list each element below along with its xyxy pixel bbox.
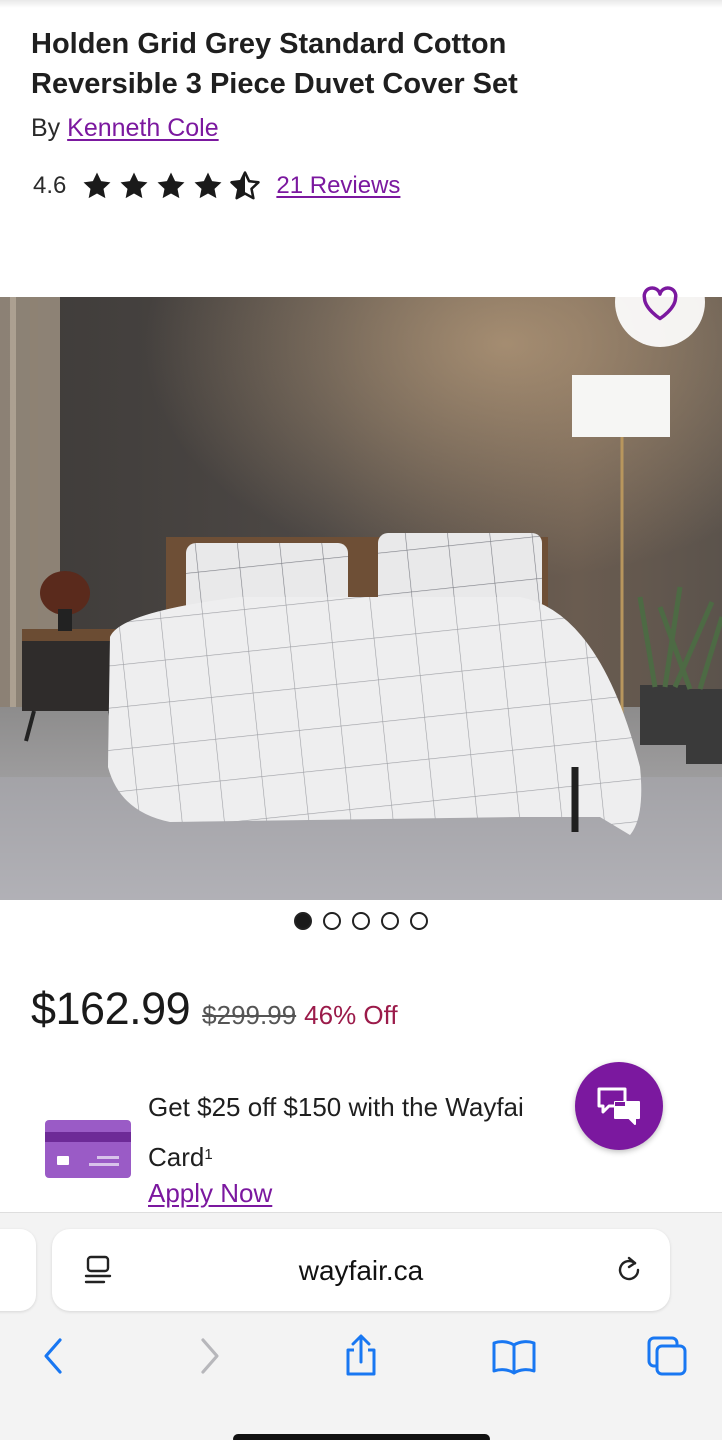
price-row: $162.99 $299.99 46% Off [31, 983, 398, 1035]
reviews-link[interactable]: 21 Reviews [276, 172, 400, 200]
bookmarks-button[interactable] [489, 1331, 539, 1381]
star-icon [83, 172, 111, 199]
promo-footnote: 1 [204, 1146, 213, 1163]
tabs-button[interactable] [642, 1331, 692, 1381]
product-title: Holden Grid Grey Standard Cotton Reversi… [31, 28, 518, 100]
star-icon [194, 172, 222, 199]
carousel-dot[interactable] [381, 912, 399, 930]
star-rating [80, 169, 262, 203]
product-image[interactable] [0, 297, 722, 900]
carousel-dot[interactable] [410, 912, 428, 930]
apply-now-link[interactable]: Apply Now [148, 1178, 272, 1209]
carousel-dot[interactable] [294, 912, 312, 930]
carousel-pagination [0, 912, 722, 930]
share-icon [346, 1334, 376, 1376]
home-indicator [233, 1434, 490, 1440]
favorite-button[interactable] [615, 257, 705, 347]
chat-button[interactable] [575, 1062, 663, 1150]
heart-icon [642, 286, 678, 321]
original-price: $299.99 [202, 1000, 297, 1030]
chevron-left-icon [44, 1338, 62, 1374]
star-icon [157, 172, 185, 199]
reload-icon[interactable] [612, 1253, 646, 1287]
promo-line-2: Card [148, 1142, 205, 1172]
share-button[interactable] [336, 1331, 386, 1381]
promo-line-1: Get $25 off $150 with the Wayfai [148, 1092, 524, 1122]
browser-toolbar: wayfair.ca [0, 1212, 722, 1440]
top-edge-shadow [0, 0, 722, 8]
bedroom-photo [0, 297, 722, 900]
book-icon [492, 1340, 536, 1375]
half-star-icon [230, 171, 261, 200]
brand-link[interactable]: Kenneth Cole [67, 114, 219, 142]
previous-tab-peek[interactable] [0, 1229, 36, 1311]
credit-card-icon [45, 1120, 131, 1178]
forward-button[interactable] [185, 1331, 235, 1381]
sale-price: $162.99 [31, 983, 191, 1034]
url-text: wayfair.ca [298, 1255, 424, 1286]
chat-bubbles-icon [597, 1087, 640, 1125]
address-bar[interactable]: wayfair.ca [52, 1229, 670, 1311]
chevron-right-icon [201, 1338, 219, 1374]
discount-label: 46% Off [304, 1000, 398, 1030]
carousel-dot[interactable] [323, 912, 341, 930]
back-button[interactable] [28, 1331, 78, 1381]
brand-byline: By Kenneth Cole [31, 114, 219, 143]
carousel-dot[interactable] [352, 912, 370, 930]
rating-value: 4.6 [33, 172, 67, 199]
star-icon [120, 172, 148, 199]
by-label: By [31, 114, 61, 142]
tabs-icon [647, 1336, 687, 1376]
rating-row: 4.6 21 Reviews [33, 166, 400, 206]
